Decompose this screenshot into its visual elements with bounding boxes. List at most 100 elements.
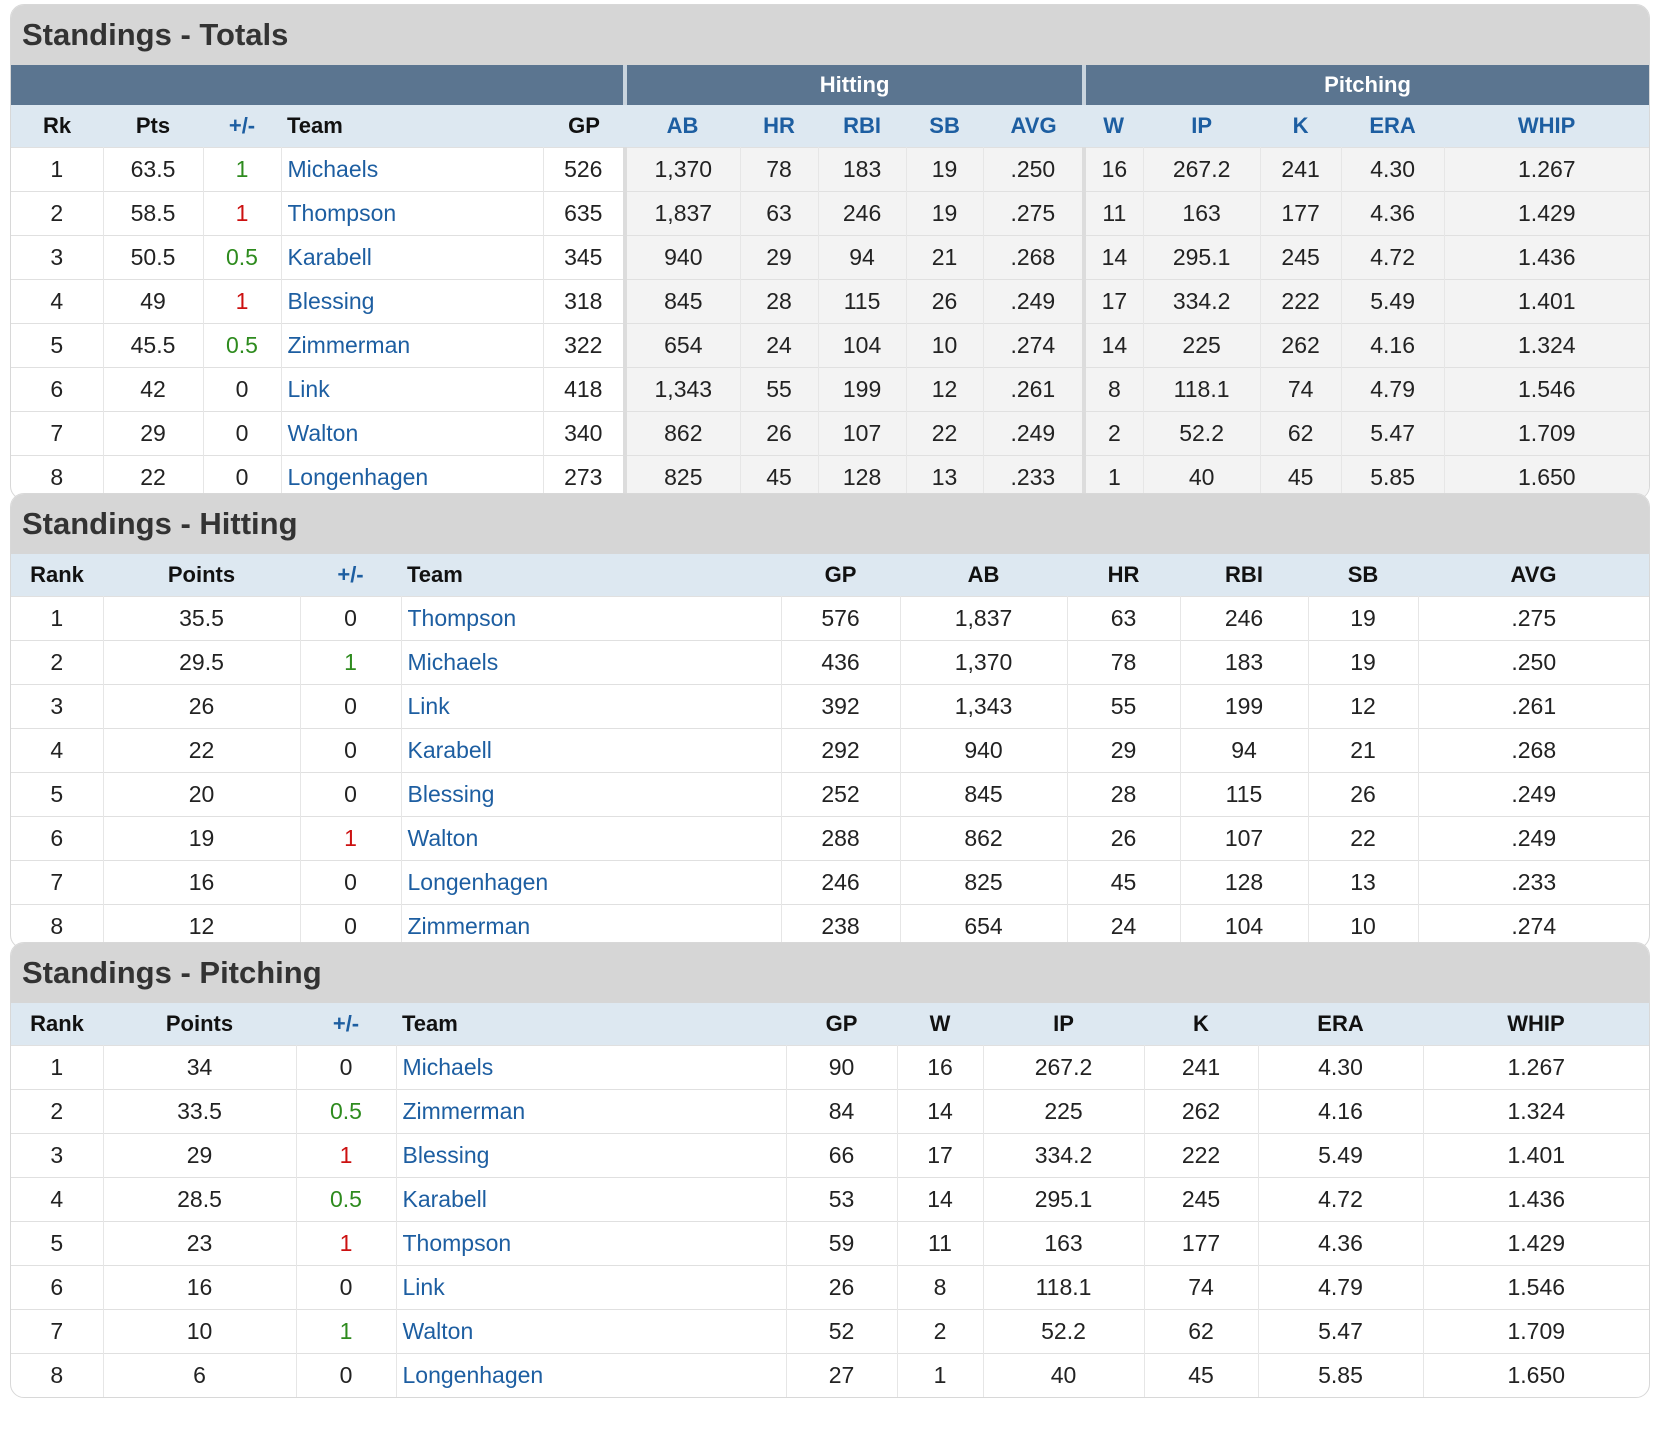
cell-change: 1: [203, 191, 282, 236]
pitching-body: 1 34 0 Michaels 90 16 267.2 241 4.30 1.267 2 33.5 0.…: [11, 1045, 1649, 1397]
totals-col-header-k[interactable]: K: [1260, 105, 1342, 148]
team-link[interactable]: Walton: [396, 1309, 787, 1354]
cell-points: 33.5: [103, 1089, 297, 1134]
team-link[interactable]: Blessing: [281, 279, 544, 324]
cell-k: 262: [1260, 323, 1342, 368]
cell-hr: 45: [1067, 860, 1181, 905]
team-link[interactable]: Blessing: [396, 1133, 787, 1178]
team-link[interactable]: Zimmerman: [281, 323, 544, 368]
totals-col-header-change[interactable]: +/-: [203, 105, 281, 148]
cell-whip: 1.267: [1444, 147, 1649, 192]
cell-rank: 4: [11, 728, 104, 773]
cell-avg: .233: [1418, 860, 1649, 905]
cell-rbi: 104: [818, 323, 907, 368]
cell-rank: 7: [11, 1309, 104, 1354]
team-link[interactable]: Walton: [401, 816, 782, 861]
cell-rank: 3: [11, 1133, 104, 1178]
cell-rbi: 94: [818, 235, 907, 280]
pitching-col-header-change[interactable]: +/-: [296, 1003, 396, 1046]
cell-points: 34: [103, 1045, 297, 1090]
hitting-title: Standings - Hitting: [11, 494, 1649, 554]
cell-k: 177: [1144, 1221, 1259, 1266]
cell-gp: 84: [786, 1089, 898, 1134]
team-link[interactable]: Walton: [281, 411, 544, 456]
totals-col-header-ab[interactable]: AB: [625, 105, 741, 148]
cell-gp: 53: [786, 1177, 898, 1222]
cell-points: 10: [103, 1309, 297, 1354]
totals-column-header-row: Rk Pts +/- Team GP AB HR RBI SB AVG W IP K ERA WHIP: [11, 105, 1649, 148]
team-link[interactable]: Blessing: [401, 772, 782, 817]
table-row: 4 28.5 0.5 Karabell 53 14 295.1 245 4.72 1.436: [11, 1177, 1649, 1222]
cell-ip: 334.2: [983, 1133, 1145, 1178]
cell-sb: 21: [906, 235, 984, 280]
cell-hr: 63: [1067, 596, 1181, 641]
cell-ab: 940: [623, 235, 741, 280]
cell-rk: 4: [11, 279, 104, 324]
cell-hr: 29: [740, 235, 819, 280]
cell-avg: .268: [983, 235, 1085, 280]
cell-rk: 2: [11, 191, 104, 236]
cell-rank: 4: [11, 1177, 104, 1222]
cell-ip: 295.1: [983, 1177, 1145, 1222]
cell-gp: 345: [543, 235, 626, 280]
team-link[interactable]: Karabell: [401, 728, 782, 773]
cell-pts: 58.5: [103, 191, 204, 236]
hitting-col-header-gp: GP: [781, 554, 900, 597]
team-link[interactable]: Zimmerman: [396, 1089, 787, 1134]
cell-ip: 163: [983, 1221, 1145, 1266]
cell-ab: 1,343: [900, 684, 1068, 729]
team-link[interactable]: Michaels: [281, 147, 544, 192]
team-link[interactable]: Link: [281, 367, 544, 412]
cell-points: 16: [103, 860, 301, 905]
table-row: 4 49 1 Blessing 318 845 28 115 26.249 17 334.2 222 5…: [11, 279, 1649, 324]
totals-col-header-era[interactable]: ERA: [1341, 105, 1445, 148]
cell-rbi: 199: [1180, 684, 1309, 729]
cell-gp: 252: [781, 772, 901, 817]
cell-k: 245: [1144, 1177, 1259, 1222]
team-link[interactable]: Thompson: [281, 191, 544, 236]
cell-w: 8: [1082, 367, 1144, 412]
hitting-col-header-ab: AB: [900, 554, 1067, 597]
totals-col-header-ip[interactable]: IP: [1143, 105, 1261, 148]
cell-ab: 940: [900, 728, 1068, 773]
totals-table: Hitting Pitching Rk Pts +/- Team GP AB HR RBI SB…: [11, 65, 1649, 499]
cell-change: 0: [300, 684, 402, 729]
team-link[interactable]: Longenhagen: [401, 860, 782, 905]
team-link[interactable]: Longenhagen: [396, 1353, 787, 1397]
cell-sb: 13: [1308, 860, 1419, 905]
cell-sb: 22: [1308, 816, 1419, 861]
hitting-column-header-row: Rank Points +/- Team GP AB HR RBI SB AVG: [11, 554, 1649, 597]
team-link[interactable]: Michaels: [401, 640, 782, 685]
cell-rbi: 107: [818, 411, 907, 456]
cell-ip: 118.1: [983, 1265, 1145, 1310]
pitching-table: Rank Points +/- Team GP W IP K ERA WHIP 1 34 0 Micha…: [11, 1003, 1649, 1397]
cell-rank: 5: [11, 772, 104, 817]
cell-ab: 1,370: [623, 147, 741, 192]
team-link[interactable]: Link: [396, 1265, 787, 1310]
team-link[interactable]: Karabell: [281, 235, 544, 280]
cell-change: 0: [300, 772, 402, 817]
totals-col-header-avg[interactable]: AVG: [983, 105, 1085, 148]
table-row: 6 42 0 Link 418 1,343 55 199 12.261 8 118.1 74 4.79 1…: [11, 367, 1649, 412]
team-link[interactable]: Thompson: [401, 596, 782, 641]
hitting-col-header-change[interactable]: +/-: [300, 554, 401, 597]
team-link[interactable]: Thompson: [396, 1221, 787, 1266]
team-link[interactable]: Link: [401, 684, 782, 729]
cell-points: 6: [103, 1353, 297, 1397]
cell-ip: 334.2: [1143, 279, 1261, 324]
team-link[interactable]: Karabell: [396, 1177, 787, 1222]
cell-whip: 1.429: [1423, 1221, 1649, 1266]
totals-col-header-hr[interactable]: HR: [740, 105, 819, 148]
totals-col-header-sb[interactable]: SB: [906, 105, 984, 148]
cell-avg: .250: [1418, 640, 1649, 685]
hitting-col-header-rank: Rank: [11, 554, 103, 597]
cell-rbi: 115: [1180, 772, 1309, 817]
totals-col-header-w[interactable]: W: [1084, 105, 1144, 148]
cell-change: 0.5: [296, 1089, 397, 1134]
cell-era: 4.36: [1258, 1221, 1424, 1266]
totals-col-header-rbi[interactable]: RBI: [818, 105, 907, 148]
team-link[interactable]: Michaels: [396, 1045, 787, 1090]
cell-change: 0.5: [203, 323, 282, 368]
cell-change: 0: [296, 1265, 397, 1310]
totals-col-header-whip[interactable]: WHIP: [1444, 105, 1649, 148]
